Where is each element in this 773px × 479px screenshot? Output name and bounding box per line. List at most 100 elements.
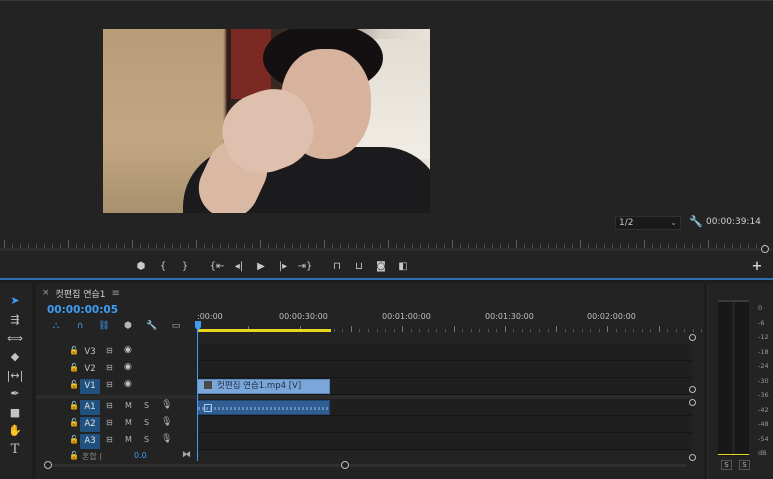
video-clip[interactable]: 컷편집 연습1.mp4 [V] — [197, 379, 330, 394]
marker-icon[interactable]: ⬢ — [130, 259, 152, 275]
sync-lock-icon[interactable]: ⊟ — [106, 363, 113, 372]
meter-floor-line — [718, 454, 749, 455]
solo-right-button[interactable]: S — [739, 460, 750, 470]
monitor-scroll-handle[interactable] — [761, 245, 769, 253]
bowtie-icon[interactable]: ⧓ — [182, 450, 191, 460]
mute-button[interactable]: M — [125, 418, 132, 427]
track-v3: 🔓 V3 ⊟ ◉ — [36, 344, 692, 361]
track-v1: 🔓 V1 ⊟ ◉ 컷편집 연습1.mp4 [V] — [36, 378, 692, 395]
razor-tool-icon[interactable]: ◆ — [6, 349, 24, 365]
solo-left-button[interactable]: S — [721, 460, 732, 470]
eye-icon[interactable]: ◉ — [124, 379, 132, 389]
track-lane[interactable] — [197, 433, 692, 450]
close-icon[interactable]: × — [42, 288, 50, 298]
timeline-scrollbar[interactable] — [46, 464, 686, 467]
compare-icon[interactable]: ◧ — [392, 259, 414, 275]
track-lane[interactable]: 컷편집 연습1.mp4 [V] — [197, 378, 692, 395]
export-frame-icon[interactable]: ◙ — [370, 259, 392, 275]
lift-icon[interactable]: ⊓ — [326, 259, 348, 275]
lock-icon[interactable]: 🔓 — [69, 380, 79, 389]
type-tool-icon[interactable]: T — [6, 442, 24, 458]
track-name[interactable]: V3 — [80, 345, 100, 360]
panel-divider[interactable] — [0, 278, 773, 280]
captions-icon[interactable]: ▭ — [164, 319, 188, 333]
sequence-name: 컷편집 연습1 — [55, 289, 106, 300]
video-scroll-handle[interactable] — [689, 334, 696, 341]
sequence-tab[interactable]: × 컷편집 연습1 ≡ — [42, 286, 120, 300]
playhead-line[interactable] — [197, 329, 198, 461]
sync-lock-icon[interactable]: ⊟ — [106, 380, 113, 389]
go-to-out-icon[interactable]: ⇥} — [294, 259, 316, 275]
wrench-icon[interactable]: 🔧 — [689, 216, 703, 228]
sync-lock-icon[interactable]: ⊟ — [106, 418, 113, 427]
track-lane[interactable] — [197, 416, 692, 433]
step-forward-icon[interactable]: |▸ — [272, 259, 294, 275]
ripple-edit-tool-icon[interactable]: ⟺ — [6, 331, 24, 347]
mark-in-icon[interactable]: { — [152, 259, 174, 275]
solo-button[interactable]: S — [144, 401, 149, 410]
microphone-icon[interactable]: 🎙 — [161, 434, 172, 444]
linked-selection-icon[interactable]: ⛓ — [92, 319, 116, 333]
audio-clip[interactable] — [197, 400, 330, 415]
program-timecode: 00:00:39:14 — [706, 217, 761, 227]
lock-icon[interactable]: 🔓 — [69, 401, 79, 410]
audio-scroll-handle[interactable] — [689, 454, 696, 461]
microphone-icon[interactable]: 🎙 — [161, 400, 172, 410]
nest-icon[interactable]: ⛬ — [44, 319, 68, 333]
timeline-toolbar: ⛬ ∩ ⛓ ⬢ 🔧 ▭ — [44, 319, 188, 333]
track-name[interactable]: V1 — [80, 379, 100, 394]
ruler-tick — [530, 329, 532, 332]
zoom-select[interactable]: 1/2 ⌄ — [615, 216, 681, 230]
audio-scroll-handle[interactable] — [689, 399, 696, 406]
sequence-timecode[interactable]: 00:00:00:05 — [47, 304, 118, 316]
track-name[interactable]: A1 — [80, 400, 100, 415]
extract-icon[interactable]: ⊔ — [348, 259, 370, 275]
ruler-tick — [324, 240, 325, 248]
track-select-tool-icon[interactable]: ⇶ — [6, 312, 24, 328]
solo-button[interactable]: S — [144, 435, 149, 444]
mute-button[interactable]: M — [125, 401, 132, 410]
db-label: 0 — [758, 304, 763, 312]
track-a2: 🔓 A2 ⊟ M S 🎙 — [36, 416, 692, 433]
solo-button[interactable]: S — [144, 418, 149, 427]
track-name[interactable]: V2 — [80, 362, 100, 377]
mute-button[interactable]: M — [125, 435, 132, 444]
track-lane[interactable] — [197, 361, 692, 378]
track-lane[interactable] — [197, 399, 692, 416]
rectangle-tool-icon[interactable]: ■ — [6, 405, 24, 421]
scroll-handle-left[interactable] — [44, 461, 52, 469]
eye-icon[interactable]: ◉ — [124, 362, 132, 372]
plus-icon[interactable]: + — [751, 260, 763, 274]
sync-lock-icon[interactable]: ⊟ — [106, 401, 113, 410]
monitor-scrollbar[interactable] — [0, 248, 773, 251]
lock-icon[interactable]: 🔓 — [69, 435, 79, 444]
track-name[interactable]: A2 — [80, 417, 100, 432]
menu-icon[interactable]: ≡ — [112, 288, 120, 299]
eye-icon[interactable]: ◉ — [124, 345, 132, 355]
track-name[interactable]: A3 — [80, 434, 100, 449]
pen-tool-icon[interactable]: ✒ — [6, 386, 24, 402]
step-back-icon[interactable]: ◂| — [228, 259, 250, 275]
hand-tool-icon[interactable]: ✋ — [6, 423, 24, 439]
scroll-handle-right[interactable] — [341, 461, 349, 469]
mark-out-icon[interactable]: } — [174, 259, 196, 275]
lock-icon[interactable]: 🔓 — [69, 418, 79, 427]
snap-icon[interactable]: ∩ — [68, 319, 92, 333]
work-area-bar[interactable] — [197, 329, 331, 332]
zoom-value: 1/2 — [619, 218, 634, 228]
wrench-icon[interactable]: 🔧 — [140, 319, 164, 333]
lock-icon[interactable]: 🔓 — [69, 451, 79, 460]
track-lane[interactable] — [197, 344, 692, 361]
sync-lock-icon[interactable]: ⊟ — [106, 435, 113, 444]
add-marker-icon[interactable]: ⬢ — [116, 319, 140, 333]
microphone-icon[interactable]: 🎙 — [161, 417, 172, 427]
play-icon[interactable]: ▶ — [250, 259, 272, 275]
mix-volume-value[interactable]: 0.0 — [134, 451, 147, 460]
video-scroll-handle[interactable] — [689, 386, 696, 393]
lock-icon[interactable]: 🔓 — [69, 346, 79, 355]
selection-tool-icon[interactable]: ➤ — [6, 293, 24, 309]
sync-lock-icon[interactable]: ⊟ — [106, 346, 113, 355]
go-to-in-icon[interactable]: {⇤ — [206, 259, 228, 275]
slip-tool-icon[interactable]: |↔| — [6, 368, 24, 384]
lock-icon[interactable]: 🔓 — [69, 363, 79, 372]
